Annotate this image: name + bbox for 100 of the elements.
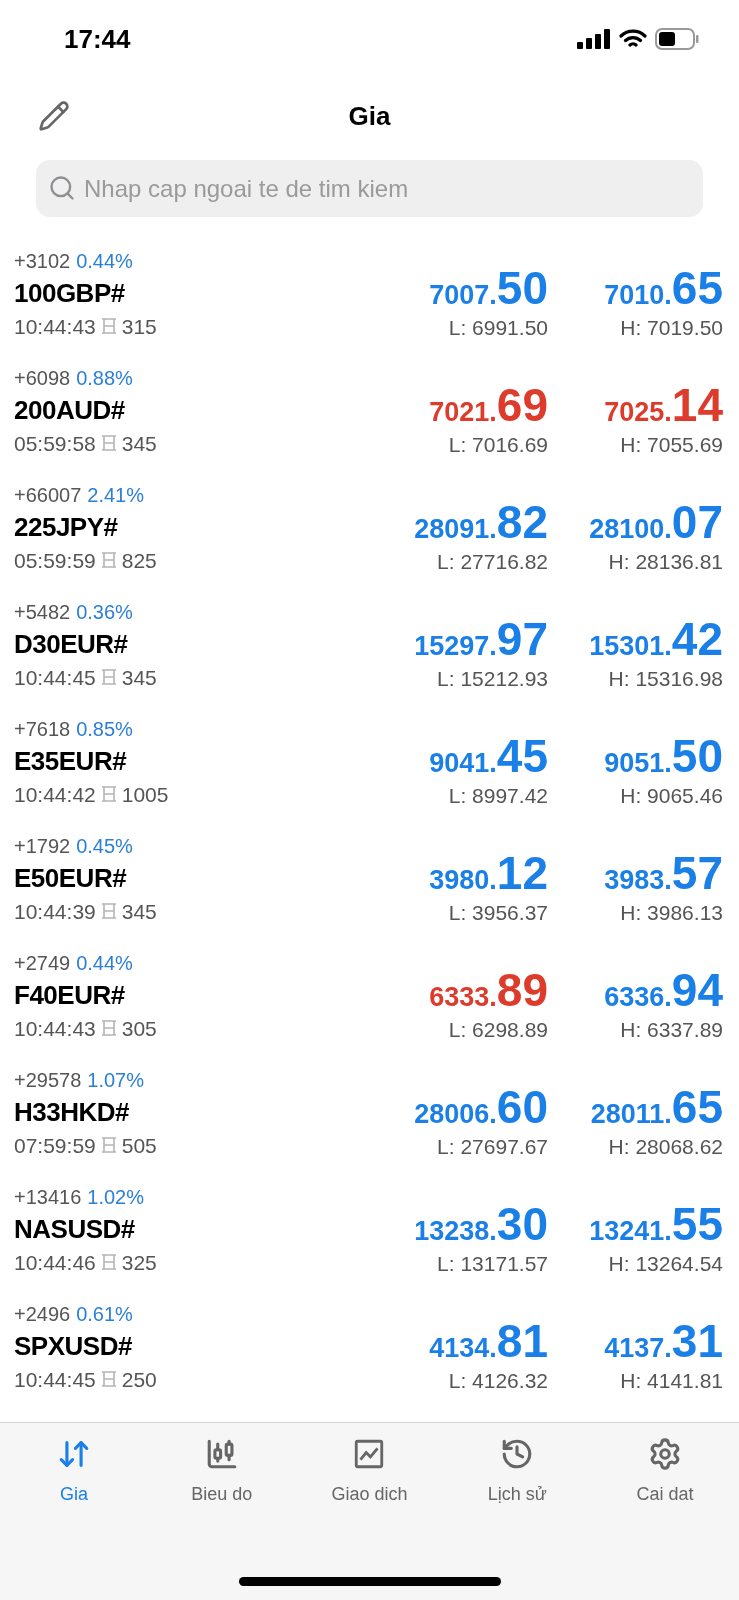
search-icon <box>48 174 76 202</box>
price-quote: 4137.31 <box>604 1318 723 1364</box>
spread-icon <box>99 433 118 453</box>
quote-row[interactable]: +66007 2.41% 225JPY# 05:59:59 825 28091.82 L: 27716.82 28100.07 H: 28136.81 <box>0 483 739 600</box>
quote-time: 10:44:45 <box>14 666 96 688</box>
wifi-icon <box>619 29 647 49</box>
change-points: +13416 <box>14 1187 82 1207</box>
spread-icon <box>99 1018 118 1038</box>
low-price: L: 6298.89 <box>448 1019 548 1040</box>
symbol-name: SPXUSD# <box>14 1330 133 1363</box>
change-percent: 0.44% <box>76 251 133 271</box>
low-price: L: 27697.67 <box>437 1136 548 1157</box>
symbol-name: 100GBP# <box>14 277 126 310</box>
quote-row[interactable]: +2496 0.61% SPXUSD# 10:44:45 250 4134.81 L: 4126.32 4137.31 H: 4141.81 <box>0 1302 739 1419</box>
symbol-name: 200AUD# <box>14 394 126 427</box>
quote-row[interactable]: +29578 1.07% H33HKD# 07:59:59 505 28006.60 L: 27697.67 28011.65 H: 28068.62 <box>0 1068 739 1185</box>
symbol-name: D30EUR# <box>14 628 129 661</box>
low-price: L: 6991.50 <box>448 317 548 338</box>
price-quote: 7010.65 <box>604 265 723 311</box>
quote-row[interactable]: +2749 0.44% F40EUR# 10:44:43 305 6333.89 L: 6298.89 6336.94 H: 6337.89 <box>0 951 739 1068</box>
symbol-name: NASUSD# <box>14 1213 136 1246</box>
price-quote: 13241.55 <box>589 1201 723 1247</box>
change-points: +29578 <box>14 1070 82 1090</box>
spread-value: 305 <box>121 1017 157 1039</box>
quote-time: 10:44:45 <box>14 1368 96 1390</box>
quote-time: 10:44:39 <box>14 900 96 922</box>
high-price: H: 3986.13 <box>620 902 723 923</box>
tab-item[interactable]: Gia <box>0 1437 148 1508</box>
change-percent: 0.44% <box>76 953 133 973</box>
spread-value: 505 <box>121 1134 157 1156</box>
price-quote: 6333.89 <box>429 967 548 1013</box>
tab-item[interactable]: Lịch sử <box>443 1437 592 1508</box>
change-points: +1792 <box>14 836 71 856</box>
symbol-name: E50EUR# <box>14 862 128 895</box>
change-points: +3102 <box>14 251 71 271</box>
spread-value: 1005 <box>121 783 169 805</box>
change-percent: 0.36% <box>76 602 133 622</box>
price-quote: 6336.94 <box>604 967 723 1013</box>
symbol-name: F40EUR# <box>14 979 126 1012</box>
spread-value: 315 <box>121 315 157 337</box>
high-price: H: 9065.46 <box>620 785 723 806</box>
high-price: H: 6337.89 <box>620 1019 723 1040</box>
price-quote: 28091.82 <box>414 499 548 545</box>
low-price: L: 15212.93 <box>437 668 548 689</box>
edit-icon[interactable] <box>38 100 70 132</box>
price-quote: 15297.97 <box>414 616 548 662</box>
change-points: +6098 <box>14 368 71 388</box>
quote-row[interactable]: +7618 0.85% E35EUR# 10:44:42 1005 9041.45 L: 8997.42 9051.50 H: 9065.46 <box>0 717 739 834</box>
spread-value: 345 <box>121 900 157 922</box>
tab-item[interactable]: Bieu do <box>147 1437 296 1508</box>
change-points: +66007 <box>14 485 82 505</box>
change-percent: 1.02% <box>87 1187 144 1207</box>
high-price: H: 4141.81 <box>620 1370 723 1391</box>
tab-item[interactable]: Cai dat <box>591 1437 739 1508</box>
quote-time: 10:44:43 <box>14 1017 96 1039</box>
price-quote: 28006.60 <box>414 1084 548 1130</box>
symbol-name: E35EUR# <box>14 745 128 778</box>
price-quote: 7025.14 <box>604 382 723 428</box>
spread-value: 345 <box>121 432 157 454</box>
spread-icon <box>99 784 118 804</box>
spread-value: 825 <box>121 549 157 571</box>
tab-item[interactable]: Giao dich <box>295 1437 444 1508</box>
change-points: +2749 <box>14 953 71 973</box>
quote-row[interactable]: +3102 0.44% 100GBP# 10:44:43 315 7007.50 L: 6991.50 7010.65 H: 7019.50 <box>0 249 739 366</box>
spread-value: 250 <box>121 1368 157 1390</box>
symbol-name: 225JPY# <box>14 511 119 544</box>
change-percent: 1.07% <box>87 1070 144 1090</box>
spread-icon <box>99 1252 118 1272</box>
price-quote: 7007.50 <box>429 265 548 311</box>
change-points: +7618 <box>14 719 71 739</box>
low-price: L: 27716.82 <box>437 551 548 572</box>
spread-icon <box>99 1135 118 1155</box>
high-price: H: 28136.81 <box>608 551 723 572</box>
price-quote: 3983.57 <box>604 850 723 896</box>
quote-time: 07:59:59 <box>14 1134 96 1156</box>
change-percent: 0.85% <box>76 719 133 739</box>
quote-row[interactable]: +13416 1.02% NASUSD# 10:44:46 325 13238.30 L: 13171.57 13241.55 H: 13264.54 <box>0 1185 739 1302</box>
spread-icon <box>99 550 118 570</box>
quote-row[interactable]: +5482 0.36% D30EUR# 10:44:45 345 15297.97 L: 15212.93 15301.42 H: 15316.98 <box>0 600 739 717</box>
quote-time: 05:59:59 <box>14 549 96 571</box>
quote-row[interactable]: +1792 0.45% E50EUR# 10:44:39 345 3980.12 L: 3956.37 3983.57 H: 3986.13 <box>0 834 739 951</box>
search-field[interactable]: Nhap cap ngoai te de tim kiem <box>36 160 703 217</box>
quote-time: 10:44:43 <box>14 315 96 337</box>
quote-row[interactable]: +6098 0.88% 200AUD# 05:59:58 345 7021.69 L: 7016.69 7025.14 H: 7055.69 <box>0 366 739 483</box>
high-price: H: 7019.50 <box>620 317 723 338</box>
spread-value: 345 <box>121 666 157 688</box>
price-quote: 9051.50 <box>604 733 723 779</box>
spread-icon <box>99 1369 118 1389</box>
price-quote: 4134.81 <box>429 1318 548 1364</box>
low-price: L: 4126.32 <box>448 1370 548 1391</box>
change-percent: 0.88% <box>76 368 133 388</box>
quote-time: 05:59:58 <box>14 432 96 454</box>
spread-icon <box>99 901 118 921</box>
signal-icon <box>577 29 611 49</box>
change-percent: 0.45% <box>76 836 133 856</box>
price-quote: 28100.07 <box>589 499 723 545</box>
change-percent: 2.41% <box>87 485 144 505</box>
low-price: L: 3956.37 <box>448 902 548 923</box>
price-quote: 28011.65 <box>590 1084 723 1130</box>
change-points: +2496 <box>14 1304 71 1324</box>
